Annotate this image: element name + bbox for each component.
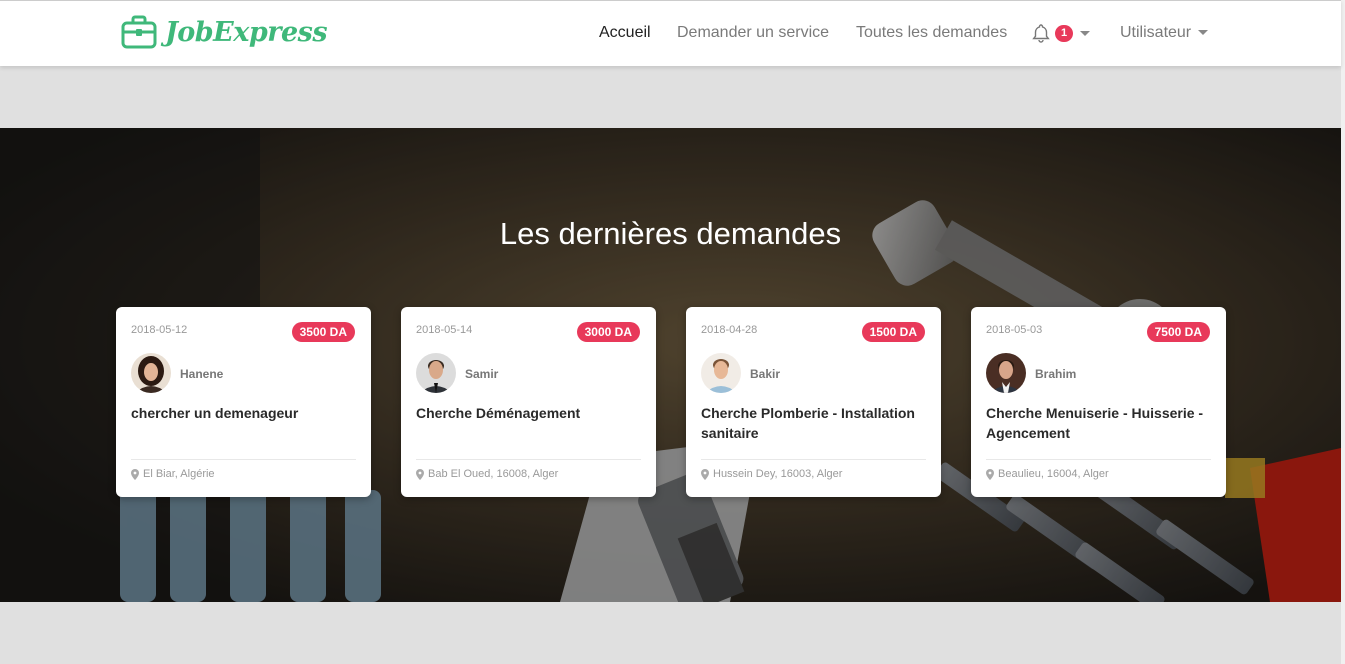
request-location: Hussein Dey, 16003, Alger: [701, 468, 842, 480]
nav-menu: Accueil Demander un service Toutes les d…: [0, 1, 1341, 67]
location-text: Beaulieu, 16004, Alger: [998, 468, 1109, 480]
location-text: El Biar, Algérie: [143, 468, 215, 480]
location-text: Bab El Oued, 16008, Alger: [428, 468, 559, 480]
navbar: JobExpress Accueil Demander un service T…: [0, 0, 1341, 66]
user-name: Brahim: [1035, 367, 1077, 381]
request-date: 2018-05-03: [986, 324, 1043, 336]
request-title: Cherche Plomberie - Installation sanitai…: [701, 405, 915, 441]
notification-badge: 1: [1055, 24, 1074, 42]
request-date: 2018-05-14: [416, 324, 473, 336]
location-text: Hussein Dey, 16003, Alger: [713, 468, 843, 480]
price-badge: 3500 DA: [291, 322, 355, 342]
avatar: [986, 353, 1026, 393]
notifications-dropdown[interactable]: 1: [1031, 23, 1091, 43]
request-location: Bab El Oued, 16008, Alger: [416, 468, 558, 480]
page-scrollbar[interactable]: [1341, 0, 1345, 664]
nav-request-service[interactable]: Demander un service: [677, 24, 829, 42]
request-date: 2018-04-28: [701, 324, 758, 336]
map-pin-icon: [701, 468, 709, 480]
request-title: Cherche Déménagement: [416, 405, 581, 421]
request-location: El Biar, Algérie: [131, 468, 215, 480]
divider: [416, 459, 641, 460]
user-name: Samir: [465, 367, 499, 381]
price-badge: 1500 DA: [861, 322, 925, 342]
request-card[interactable]: 2018-05-14 3000 DA Samir Cherche Déménag…: [401, 307, 656, 497]
bell-icon: [1032, 24, 1050, 43]
nav-all-requests[interactable]: Toutes les demandes: [856, 24, 1007, 42]
nav-home[interactable]: Accueil: [599, 24, 651, 42]
map-pin-icon: [131, 468, 139, 480]
user-label: Utilisateur: [1120, 24, 1192, 41]
avatar: [131, 353, 171, 393]
map-pin-icon: [416, 468, 424, 480]
avatar: [701, 353, 741, 393]
map-pin-icon: [986, 468, 994, 480]
request-title: Cherche Menuiserie - Huisserie - Agencem…: [986, 405, 1204, 441]
price-badge: 7500 DA: [1146, 322, 1210, 342]
divider: [701, 459, 926, 460]
user-name: Bakir: [750, 367, 781, 381]
request-card[interactable]: 2018-05-03 7500 DA Brahim Cherche Menuis…: [971, 307, 1226, 497]
user-dropdown[interactable]: Utilisateur: [1120, 24, 1209, 42]
request-title: chercher un demenageur: [131, 405, 299, 421]
latest-requests-section: Les dernières demandes 2018-05-12 3500 D…: [0, 128, 1341, 602]
section-title: Les dernières demandes: [499, 216, 842, 251]
request-card[interactable]: 2018-05-12 3500 DA Hanene chercher un de…: [116, 307, 371, 497]
user-name: Hanene: [180, 367, 224, 381]
divider: [986, 459, 1211, 460]
request-card[interactable]: 2018-04-28 1500 DA Bakir Cherche Plomber…: [686, 307, 941, 497]
divider: [131, 459, 356, 460]
request-date: 2018-05-12: [131, 324, 188, 336]
request-location: Beaulieu, 16004, Alger: [986, 468, 1109, 480]
chevron-down-icon: [1080, 30, 1091, 36]
price-badge: 3000 DA: [576, 322, 640, 342]
chevron-down-icon: [1198, 30, 1209, 36]
avatar: [416, 353, 456, 393]
